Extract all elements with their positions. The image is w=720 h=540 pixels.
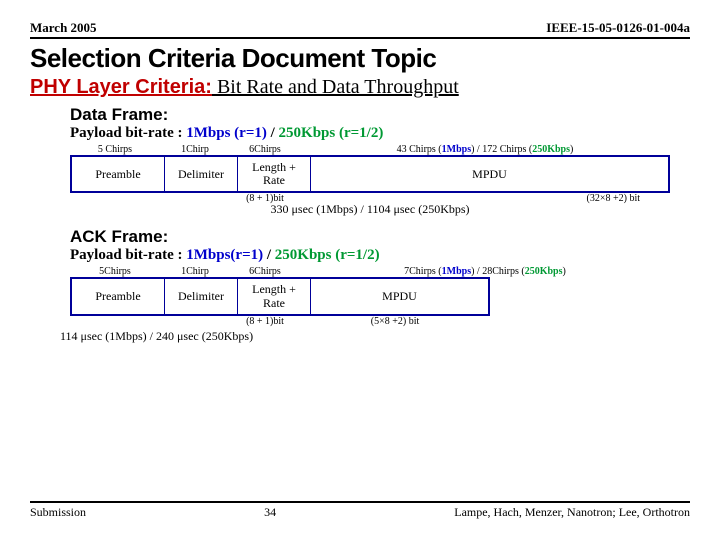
chirp-col4: 43 Chirps (1Mbps) / 172 Chirps (250Kbps) <box>300 144 670 155</box>
footer: Submission 34 Lampe, Hach, Menzer, Nanot… <box>30 501 690 520</box>
data-chirp-row: 5 Chirps 1Chirp 6Chirps 43 Chirps (1Mbps… <box>70 144 670 155</box>
ack-frame-payload: Payload bit-rate : 1Mbps(r=1) / 250Kbps … <box>70 247 690 264</box>
data-frame-payload: Payload bit-rate : 1Mbps (r=1) / 250Kbps… <box>70 125 690 142</box>
data-bit-row: (8 + 1)bit (32×8 +2) bit <box>70 193 670 204</box>
payload-prefix: Payload bit-rate : <box>70 125 186 141</box>
ack-rate-1mbps: 1Mbps(r=1) <box>186 247 263 263</box>
ack-frame-heading: ACK Frame: <box>70 227 690 247</box>
ack-chirp-col1: 5Chirps <box>70 266 160 277</box>
ack-chirp-col4: 7Chirps (1Mbps) / 28Chirps (250Kbps) <box>300 266 670 277</box>
ack-bits-lr: (8 + 1)bit <box>230 316 300 327</box>
header-date: March 2005 <box>30 20 97 36</box>
footer-authors: Lampe, Hach, Menzer, Nanotron; Lee, Orth… <box>454 505 690 520</box>
ack-chirp-row: 5Chirps 1Chirp 6Chirps 7Chirps (1Mbps) /… <box>70 266 670 277</box>
ack-cell-mpdu: MPDU <box>311 279 488 313</box>
page-title: Selection Criteria Document Topic <box>30 43 690 74</box>
footer-page: 34 <box>264 505 276 520</box>
ack-rate-250kbps: 250Kbps (r=1/2) <box>275 247 380 263</box>
ack-timing: 114 μsec (1Mbps) / 240 μsec (250Kbps) <box>60 329 690 344</box>
ack-cell-preamble: Preamble <box>72 279 165 313</box>
chirp-col1: 5 Chirps <box>70 144 160 155</box>
rate-sep: / <box>267 125 279 141</box>
cell-mpdu: MPDU <box>311 157 668 191</box>
ack-bits-mpdu: (5×8 +2) bit <box>300 316 490 327</box>
chirp-col3: 6Chirps <box>230 144 300 155</box>
cell-length-rate: Length + Rate <box>238 157 311 191</box>
ack-chirp-col2: 1Chirp <box>160 266 230 277</box>
data-frame-heading: Data Frame: <box>70 105 690 125</box>
rate-1mbps: 1Mbps (r=1) <box>186 125 267 141</box>
ack-cell-delimiter: Delimiter <box>165 279 238 313</box>
data-frame-row: Preamble Delimiter Length + Rate MPDU <box>70 155 670 193</box>
header-docid: IEEE-15-05-0126-01-004a <box>546 20 690 36</box>
subtitle-label: PHY Layer Criteria: <box>30 76 212 98</box>
rate-250kbps: 250Kbps (r=1/2) <box>279 125 384 141</box>
bits-lr: (8 + 1)bit <box>230 193 300 204</box>
ack-payload-prefix: Payload bit-rate : <box>70 247 186 263</box>
cell-preamble: Preamble <box>72 157 165 191</box>
chirp-col2: 1Chirp <box>160 144 230 155</box>
ack-chirp-col3: 6Chirps <box>230 266 300 277</box>
ack-cell-length-rate: Length + Rate <box>238 279 311 313</box>
subtitle: PHY Layer Criteria: Bit Rate and Data Th… <box>30 76 690 99</box>
bits-mpdu: (32×8 +2) bit <box>300 193 670 204</box>
subtitle-rest: Bit Rate and Data Throughput <box>212 76 459 98</box>
ack-frame-row: Preamble Delimiter Length + Rate MPDU <box>70 277 490 315</box>
data-timing: 330 μsec (1Mbps) / 1104 μsec (250Kbps) <box>70 202 670 217</box>
footer-left: Submission <box>30 505 86 520</box>
ack-rate-sep: / <box>263 247 275 263</box>
cell-delimiter: Delimiter <box>165 157 238 191</box>
ack-bit-row: (8 + 1)bit (5×8 +2) bit <box>70 316 490 327</box>
